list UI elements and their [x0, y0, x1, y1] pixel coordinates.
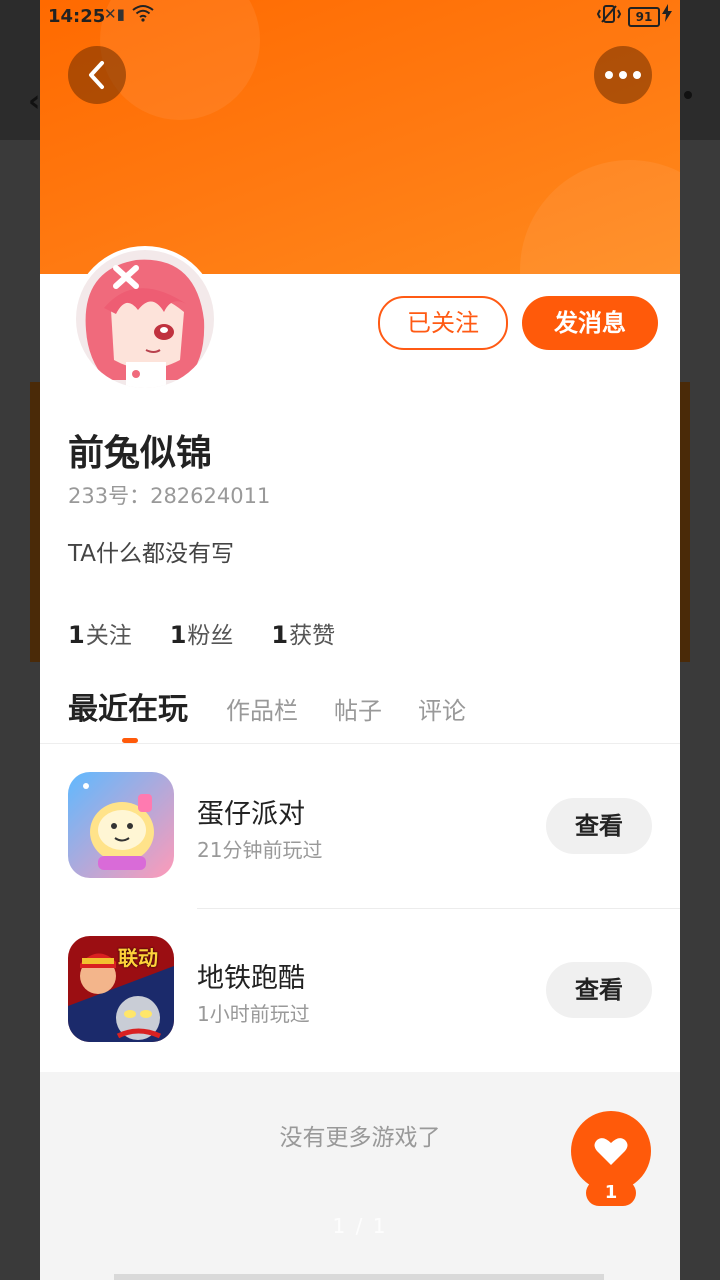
profile-stats: 1关注 1粉丝 1获赞: [68, 616, 335, 650]
header-decoration: [520, 160, 680, 274]
tab-works[interactable]: 作品栏: [226, 691, 298, 726]
view-game-button[interactable]: 查看: [546, 962, 652, 1018]
status-time: 14:25: [48, 6, 106, 27]
stat-followers[interactable]: 1粉丝: [170, 616, 234, 650]
wifi-icon: [132, 4, 154, 27]
game-last-played: 1小时前玩过: [197, 1002, 310, 1026]
like-count-badge: 1: [586, 1180, 636, 1206]
back-button[interactable]: [68, 46, 126, 104]
game-title: 地铁跑酷: [197, 963, 305, 994]
stat-count: 1: [68, 621, 85, 649]
tab-recently-played[interactable]: 最近在玩: [68, 684, 188, 728]
stat-label: 获赞: [289, 623, 336, 649]
heart-icon: [594, 1138, 628, 1165]
vibrate-icon: [596, 4, 622, 28]
page-indicator: 1 / 1: [332, 1214, 388, 1238]
game-list-item[interactable]: 蛋仔派对 21分钟前玩过 查看: [40, 742, 680, 882]
profile-name: 前兔似锦: [68, 433, 213, 474]
signal-icon: ✕▮: [104, 5, 125, 23]
follow-button[interactable]: 已关注: [378, 296, 508, 350]
background-back-icon: ‹: [28, 84, 41, 119]
profile-uid: 233号：282624011: [68, 484, 271, 508]
stat-count: 1: [169, 621, 187, 649]
tab-posts[interactable]: 帖子: [334, 691, 382, 726]
battery-icon: 91: [628, 7, 660, 27]
game-badge: 联动: [118, 946, 158, 970]
profile-header: 14:25 ✕▮ 91: [40, 0, 680, 274]
game-last-played: 21分钟前玩过: [197, 838, 323, 862]
more-horizontal-icon: [605, 71, 641, 79]
bottom-bar: [114, 1274, 604, 1280]
profile-card: 14:25 ✕▮ 91 已关注 发消息 前兔似锦 233号：282624011 …: [40, 0, 680, 1280]
avatar-image: [76, 250, 214, 388]
profile-tabs: 最近在玩 作品栏 帖子 评论: [68, 684, 502, 728]
status-bar: 14:25 ✕▮ 91: [40, 0, 680, 32]
stat-count: 1: [271, 621, 289, 649]
game-icon: [68, 772, 174, 878]
avatar[interactable]: [72, 246, 218, 392]
stat-following[interactable]: 1关注: [68, 616, 132, 650]
send-message-button[interactable]: 发消息: [522, 296, 658, 350]
more-button[interactable]: [594, 46, 652, 104]
game-icon: 联动: [68, 936, 174, 1042]
stat-label: 关注: [85, 623, 132, 649]
view-game-button[interactable]: 查看: [546, 798, 652, 854]
charging-icon: [662, 4, 672, 26]
chevron-left-icon: [89, 61, 104, 89]
profile-bio: TA什么都没有写: [68, 541, 234, 567]
game-title: 蛋仔派对: [197, 799, 305, 830]
background-dot-icon: [684, 91, 692, 99]
like-button[interactable]: [571, 1111, 651, 1191]
stat-likes: 1获赞: [271, 616, 335, 650]
tab-comments[interactable]: 评论: [418, 691, 466, 726]
stat-label: 粉丝: [187, 623, 234, 649]
game-list-item[interactable]: 联动 地铁跑酷 1小时前玩过 查看: [40, 906, 680, 1046]
